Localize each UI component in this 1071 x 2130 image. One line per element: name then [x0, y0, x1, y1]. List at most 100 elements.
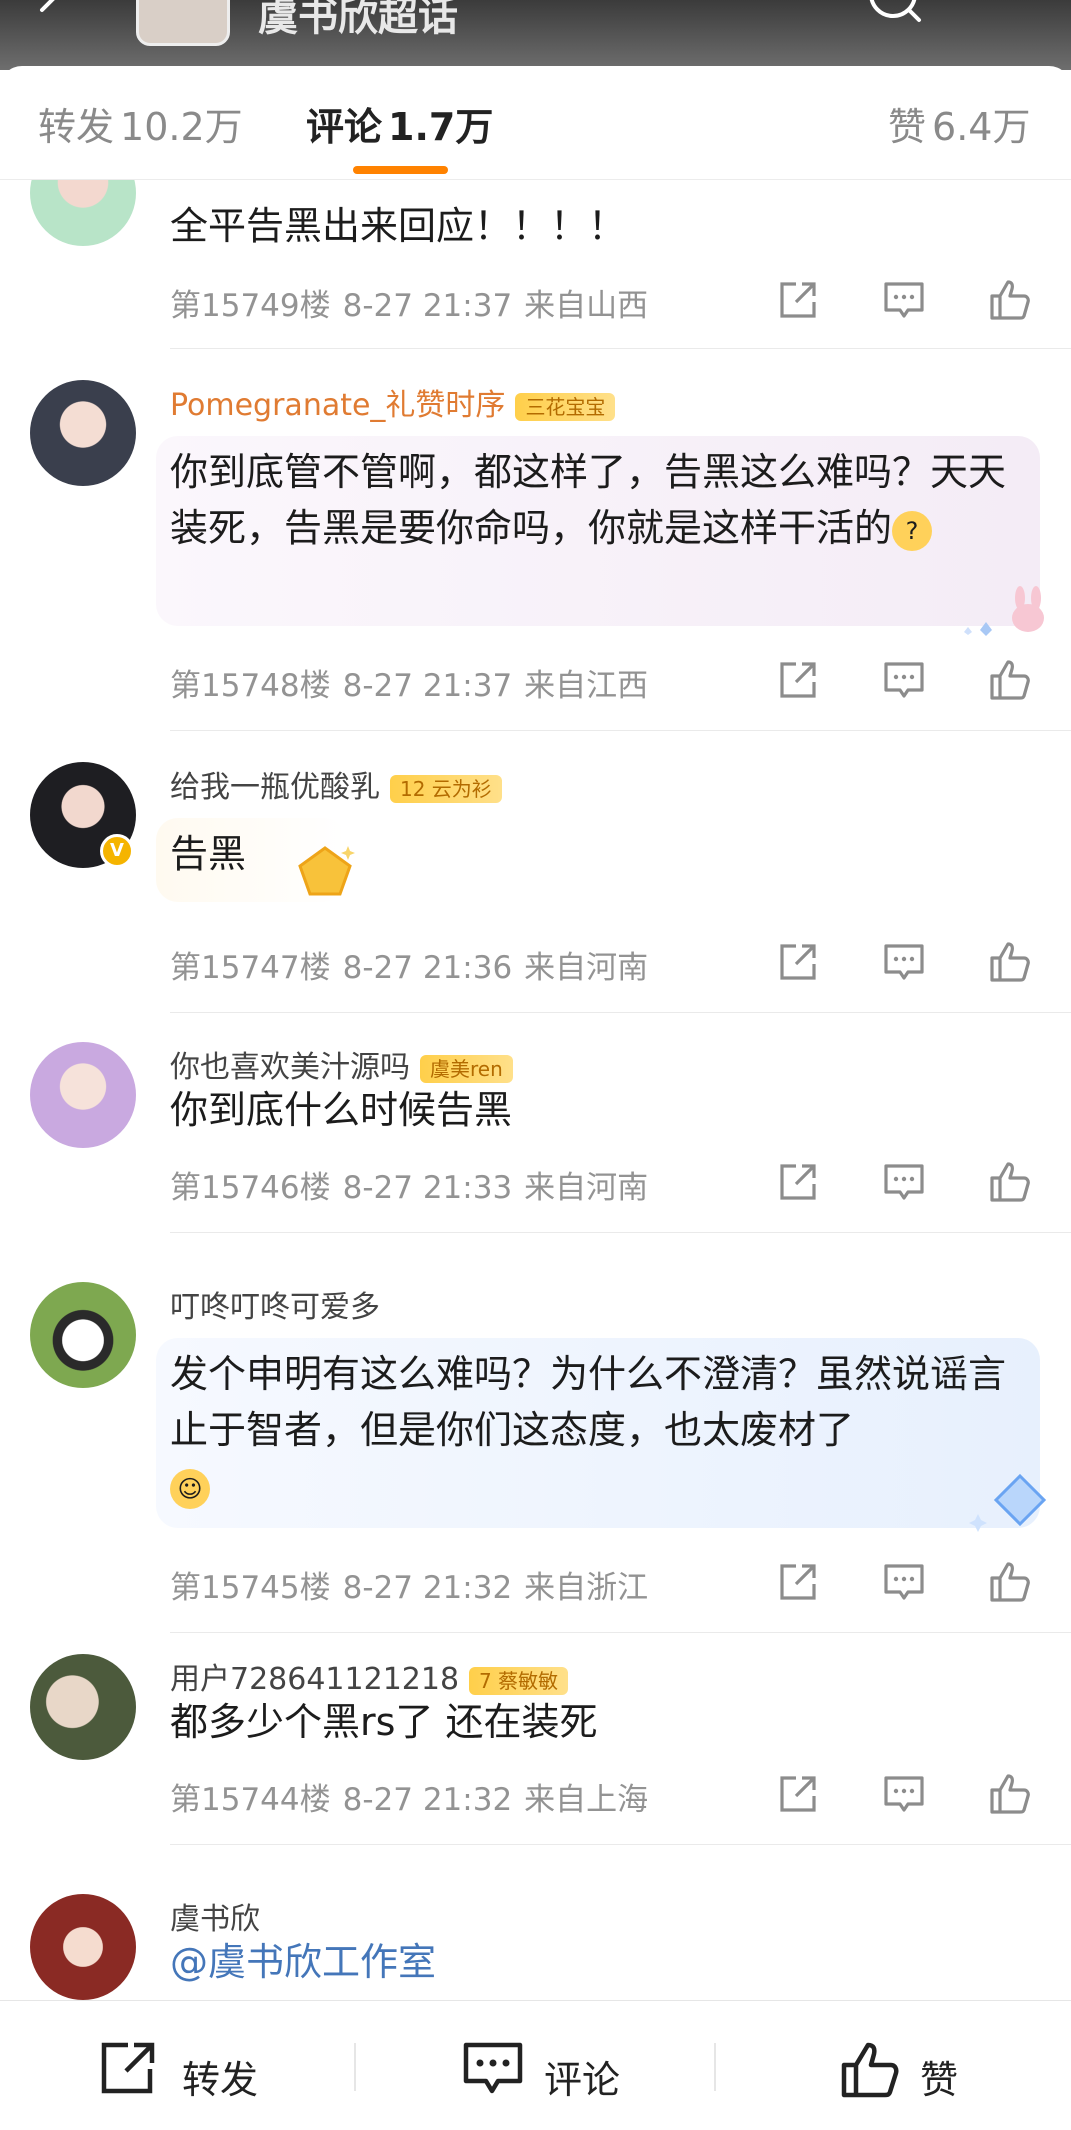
comment-location: 来自江西 — [524, 668, 649, 704]
comment-floor: 第15745楼 — [170, 1570, 331, 1606]
tab-comment-count: 1.7万 — [388, 105, 494, 149]
repost-icon — [101, 2042, 155, 2094]
rabbit-sticker-icon — [964, 586, 1044, 636]
back-icon[interactable] — [28, 0, 68, 30]
like-icon[interactable] — [986, 1770, 1034, 1818]
comment-username[interactable]: 用户728641121218 7 蔡敏敏 — [170, 1654, 569, 1698]
comment-username[interactable]: 你也喜欢美汁源吗 虞美ren — [170, 1042, 513, 1086]
comment-time: 8-27 21:32 — [342, 1570, 513, 1606]
reply-icon[interactable] — [880, 938, 928, 986]
comment-time: 8-27 21:37 — [342, 668, 513, 704]
search-icon[interactable] — [865, 0, 925, 26]
comment-location: 来自河南 — [524, 1170, 649, 1206]
comment-text-content: 发个申明有这么难吗？为什么不澄清？虽然说谣言止于智者，但是你们这态度，也太废材了 — [170, 1352, 1007, 1452]
username-text: Pomegranate_礼赞时序 — [170, 388, 506, 423]
tab-comment-label: 评论 — [306, 105, 383, 149]
like-icon[interactable] — [986, 1558, 1034, 1606]
blue-diamond-sticker-icon — [969, 1473, 1047, 1532]
like-icon[interactable] — [986, 1158, 1034, 1206]
comment-location: 来自浙江 — [524, 1570, 649, 1606]
username-text: 虞书欣 — [170, 1902, 260, 1937]
comment-text: 发个申明有这么难吗？为什么不澄清？虽然说谣言止于智者，但是你们这态度，也太废材了… — [170, 1346, 1020, 1514]
tab-repost[interactable]: 转发 10.2万 — [38, 96, 243, 151]
tab-comment[interactable]: 评论 1.7万 — [306, 96, 493, 151]
comment-location: 来自河南 — [524, 950, 649, 986]
comment-meta: 第15748楼 8-27 21:37 来自江西 — [170, 660, 660, 705]
reply-icon[interactable] — [880, 1558, 928, 1606]
comment-location: 来自山西 — [524, 288, 649, 324]
comment-actions — [770, 656, 1040, 706]
avatar[interactable] — [30, 180, 136, 246]
comment-text[interactable]: @虞书欣工作室 — [170, 1934, 1020, 1990]
comment-meta: 第15749楼 8-27 21:37 来自山西 — [170, 280, 660, 325]
share-icon[interactable] — [774, 276, 822, 324]
fan-badge: 7 蔡敏敏 — [469, 1666, 569, 1695]
like-icon[interactable] — [986, 656, 1034, 704]
bottom-separator — [354, 2043, 356, 2091]
comment-username[interactable]: Pomegranate_礼赞时序 三花宝宝 — [170, 380, 616, 424]
top-header: 虞书欣超话 ••• — [0, 0, 1071, 70]
laughing-cry-emoji-icon: ☺ — [170, 1468, 210, 1509]
reply-icon[interactable] — [880, 1770, 928, 1818]
comment-floor: 第15747楼 — [170, 950, 331, 986]
tab-bar: 转发 10.2万 评论 1.7万 赞 6.4万 — [0, 66, 1071, 180]
comment-time: 8-27 21:33 — [342, 1170, 513, 1206]
comment-actions — [770, 1158, 1040, 1208]
comment-meta: 第15746楼 8-27 21:33 来自河南 — [170, 1162, 660, 1207]
comment-time: 8-27 21:37 — [342, 288, 513, 324]
comment-floor: 第15744楼 — [170, 1782, 331, 1818]
comment-meta: 第15745楼 8-27 21:32 来自浙江 — [170, 1562, 660, 1607]
repost-button[interactable]: 转发 — [100, 2031, 300, 2102]
tab-like[interactable]: 赞 6.4万 — [888, 96, 1030, 151]
supertopic-avatar — [136, 0, 230, 46]
divider — [170, 1012, 1071, 1013]
comment-text: 你到底什么时候告黑 — [170, 1088, 513, 1132]
comment-actions — [770, 1558, 1040, 1608]
comment-text-content: 你到底管不管啊，都这样了，告黑这么难吗？天天装死，告黑是要你命吗，你就是这样干活… — [170, 450, 1007, 550]
tab-like-label: 赞 — [888, 105, 927, 149]
fan-badge: 三花宝宝 — [515, 392, 616, 421]
comment-location: 来自上海 — [524, 1782, 649, 1818]
avatar[interactable] — [30, 1282, 136, 1388]
comment-username[interactable]: 给我一瓶优酸乳 12 云为衫 — [170, 762, 502, 806]
comment-button[interactable]: 评论 — [462, 2031, 662, 2102]
tab-repost-count: 10.2万 — [120, 105, 243, 149]
like-button[interactable]: 赞 — [840, 2031, 1000, 2102]
comment-meta: 第15747楼 8-27 21:36 来自河南 — [170, 942, 660, 987]
avatar[interactable] — [30, 1042, 136, 1148]
username-text: 用户728641121218 — [170, 1662, 460, 1697]
comment-time: 8-27 21:32 — [342, 1782, 513, 1818]
like-thumb-icon — [841, 2042, 899, 2098]
verified-badge-icon: V — [100, 834, 134, 868]
reply-icon[interactable] — [880, 656, 928, 704]
reply-icon[interactable] — [880, 276, 928, 324]
comment-actions — [770, 938, 1040, 988]
tab-like-count: 6.4万 — [932, 105, 1031, 149]
comment-actions — [770, 276, 1040, 326]
like-icon[interactable] — [986, 276, 1034, 324]
share-icon[interactable] — [774, 1770, 822, 1818]
reply-icon[interactable] — [880, 1158, 928, 1206]
like-icon[interactable] — [986, 938, 1034, 986]
share-icon[interactable] — [774, 656, 822, 704]
avatar[interactable] — [30, 380, 136, 486]
page-title: 虞书欣超话 — [258, 0, 458, 40]
share-icon[interactable] — [774, 938, 822, 986]
share-icon[interactable] — [774, 1558, 822, 1606]
more-icon[interactable]: ••• — [965, 0, 1042, 18]
comment-time: 8-27 21:36 — [342, 950, 513, 986]
divider — [170, 1232, 1071, 1233]
comment-username[interactable]: 虞书欣 — [170, 1894, 260, 1938]
comment-text: 你到底管不管啊，都这样了，告黑这么难吗？天天装死，告黑是要你命吗，你就是这样干活… — [170, 444, 1020, 556]
tab-repost-label: 转发 — [38, 105, 115, 149]
bottom-action-bar: 转发 评论 赞 — [0, 2000, 1071, 2130]
avatar[interactable] — [30, 1654, 136, 1760]
comment-text: 全平告黑出来回应！！！！ — [170, 204, 627, 248]
comment-floor: 第15749楼 — [170, 288, 331, 324]
username-text: 你也喜欢美汁源吗 — [170, 1050, 410, 1085]
comment-username[interactable]: 叮咚叮咚可爱多 — [170, 1282, 380, 1326]
active-tab-indicator — [353, 166, 448, 174]
gold-pentagon-sticker-icon — [298, 846, 355, 896]
share-icon[interactable] — [774, 1158, 822, 1206]
avatar[interactable] — [30, 1894, 136, 2000]
